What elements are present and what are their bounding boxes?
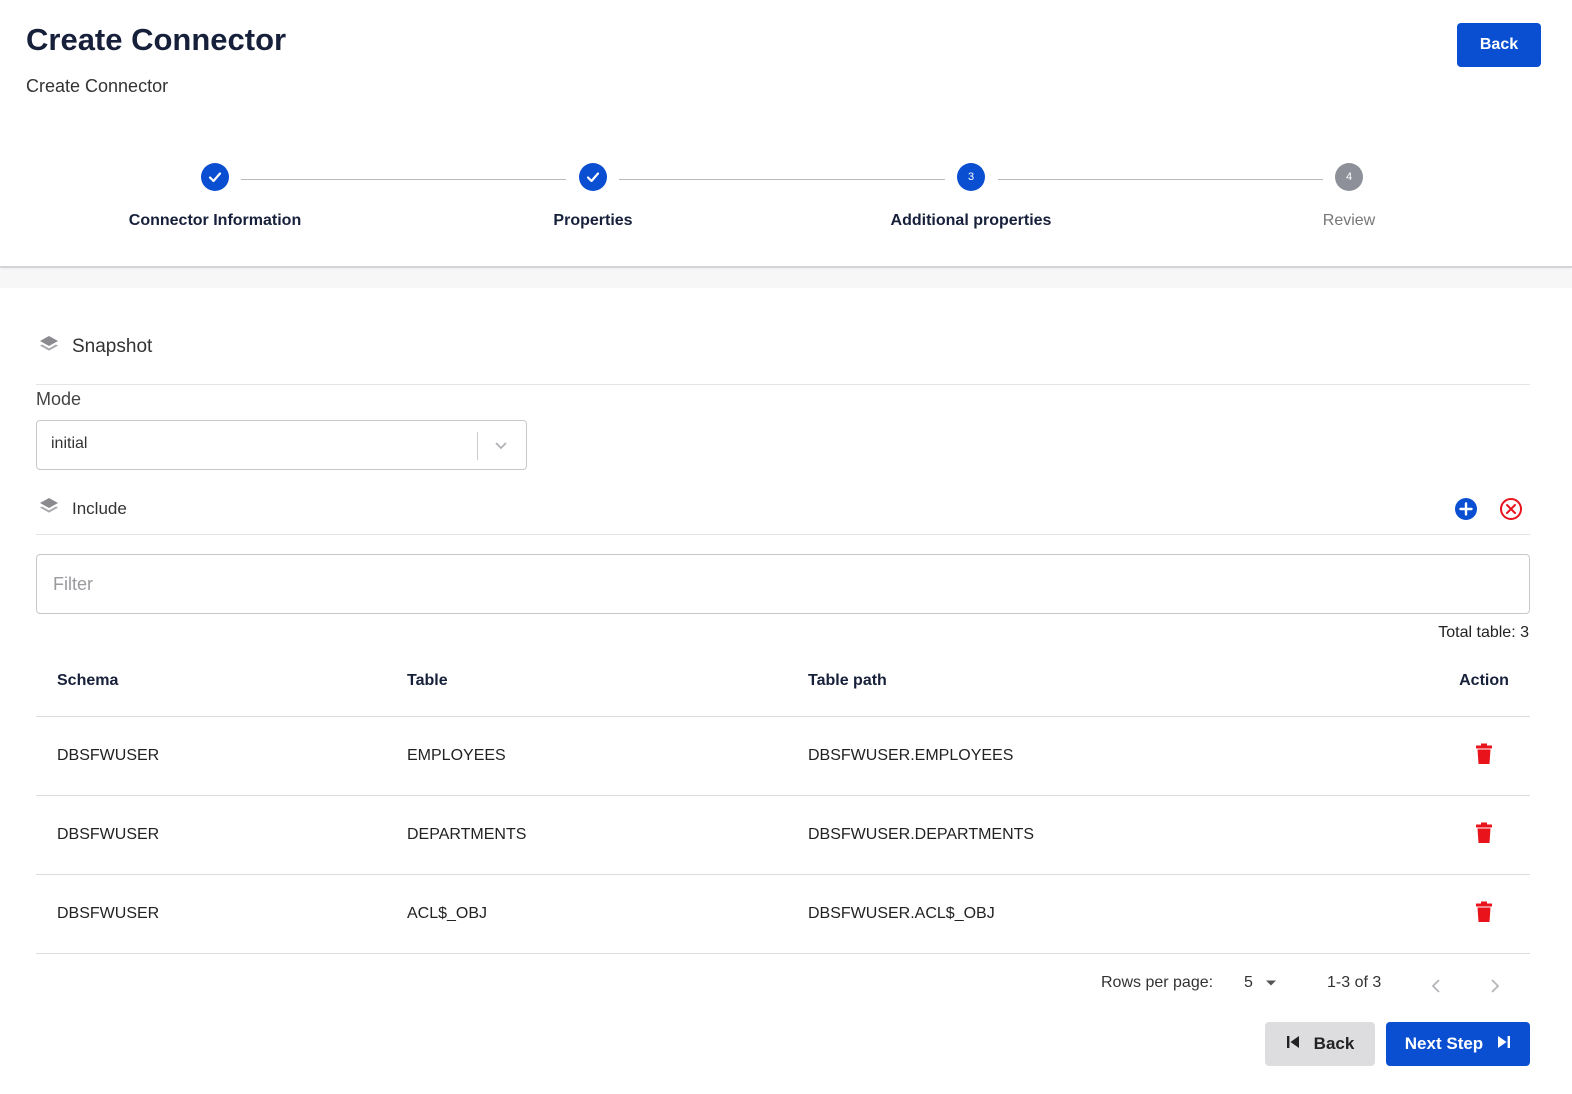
divider	[36, 534, 1530, 535]
check-icon	[201, 163, 229, 191]
schema-cell: DBSFWUSER	[57, 826, 160, 843]
table-header-row: Schema Table Table path Action	[36, 646, 1530, 717]
trash-icon[interactable]	[1475, 743, 1493, 770]
next-step-button[interactable]: Next Step	[1386, 1022, 1530, 1066]
next-step-label: Next Step	[1404, 1034, 1484, 1053]
clear-circle-icon[interactable]	[1499, 497, 1523, 521]
page-subtitle: Create Connector	[26, 76, 169, 96]
pagination-range: 1-3 of 3	[1327, 974, 1382, 991]
layers-icon	[38, 333, 60, 360]
table-cell: EMPLOYEES	[407, 747, 506, 764]
step-label: Connector Information	[128, 212, 302, 229]
trash-icon[interactable]	[1475, 822, 1493, 849]
include-section-header: Include	[38, 495, 127, 522]
header-divider-band	[0, 270, 1572, 288]
delete-row-button[interactable]	[1456, 717, 1512, 795]
table-row: DBSFWUSER ACL$_OBJ DBSFWUSER.ACL$_OBJ	[36, 875, 1530, 954]
delete-row-button[interactable]	[1456, 875, 1512, 953]
chevron-left-icon[interactable]	[1429, 978, 1443, 999]
chevron-right-icon[interactable]	[1488, 978, 1502, 999]
check-icon	[579, 163, 607, 191]
mode-select-value: initial	[51, 435, 88, 452]
divider	[36, 384, 1530, 385]
column-header-table[interactable]: Table	[407, 646, 448, 716]
skip-next-icon	[1497, 1034, 1511, 1054]
layers-icon	[38, 495, 60, 522]
step-number: 3	[957, 163, 985, 191]
column-header-table-path[interactable]: Table path	[808, 646, 887, 716]
step-label: Review	[1322, 212, 1376, 229]
step-label: Additional properties	[890, 212, 1052, 229]
delete-row-button[interactable]	[1456, 796, 1512, 874]
table-row: DBSFWUSER DEPARTMENTS DBSFWUSER.DEPARTME…	[36, 796, 1530, 875]
step-number: 4	[1335, 163, 1363, 191]
column-header-schema[interactable]: Schema	[57, 646, 118, 716]
column-header-action: Action	[1459, 672, 1509, 689]
skip-previous-icon	[1286, 1034, 1300, 1054]
select-separator	[477, 432, 478, 460]
total-table-count: Total table: 3	[1438, 624, 1529, 641]
page-header: Create Connector Create Connector Back C…	[0, 0, 1572, 268]
mode-label: Mode	[36, 389, 82, 409]
step-properties: Properties	[463, 163, 723, 230]
table-row: DBSFWUSER EMPLOYEES DBSFWUSER.EMPLOYEES	[36, 717, 1530, 796]
page-title: Create Connector	[26, 22, 287, 57]
include-title: Include	[72, 498, 127, 518]
table-cell: DEPARTMENTS	[407, 826, 527, 843]
step-review: 4 Review	[1219, 163, 1479, 230]
schema-cell: DBSFWUSER	[57, 905, 160, 922]
step-connector-information: Connector Information	[85, 163, 345, 230]
snapshot-title: Snapshot	[72, 335, 153, 357]
previous-step-button[interactable]: Back	[1265, 1022, 1375, 1066]
step-additional-properties: 3 Additional properties	[841, 163, 1101, 230]
table-path-cell: DBSFWUSER.DEPARTMENTS	[808, 826, 1035, 843]
table-cell: ACL$_OBJ	[407, 905, 488, 922]
table-path-cell: DBSFWUSER.ACL$_OBJ	[808, 905, 995, 922]
step-label: Properties	[553, 212, 633, 229]
filter-input[interactable]	[36, 554, 1530, 614]
tables-table: Schema Table Table path Action DBSFWUSER…	[36, 646, 1530, 954]
back-button[interactable]: Back	[1457, 23, 1541, 67]
trash-icon[interactable]	[1475, 901, 1493, 928]
snapshot-section-header: Snapshot	[38, 333, 152, 360]
chevron-down-icon[interactable]	[492, 436, 510, 459]
rows-per-page-value: 5	[1244, 974, 1253, 991]
add-circle-icon[interactable]	[1454, 497, 1478, 521]
schema-cell: DBSFWUSER	[57, 747, 160, 764]
rows-per-page-select[interactable]: 5	[1244, 974, 1277, 992]
rows-per-page-label: Rows per page:	[1101, 974, 1214, 991]
mode-select[interactable]: initial	[36, 420, 527, 470]
caret-down-icon	[1265, 974, 1277, 992]
table-path-cell: DBSFWUSER.EMPLOYEES	[808, 747, 1014, 764]
previous-step-label: Back	[1313, 1034, 1355, 1053]
